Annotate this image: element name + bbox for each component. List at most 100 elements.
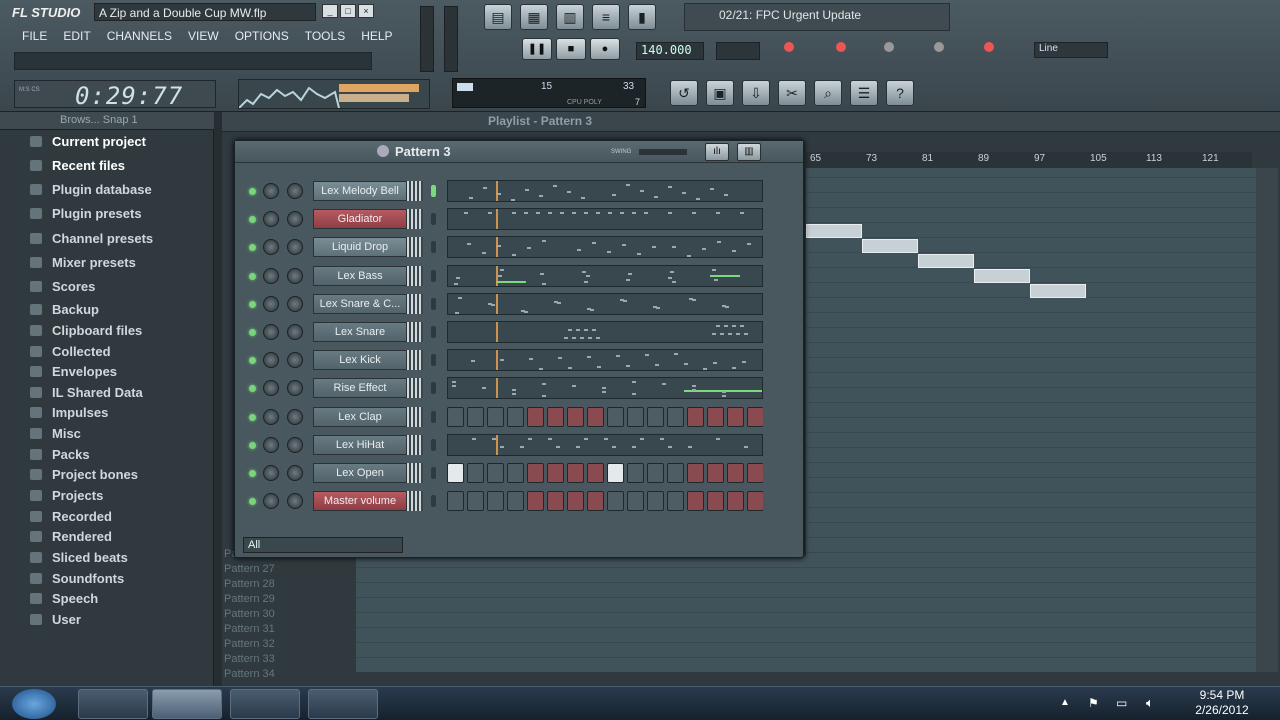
mute-led-icon[interactable] <box>249 470 256 477</box>
panel-divider[interactable] <box>214 112 222 686</box>
channel-name-button[interactable]: Lex Snare & C... <box>313 293 407 314</box>
pan-knob[interactable] <box>263 295 279 312</box>
menu-file[interactable]: FILE <box>14 28 55 46</box>
step-button[interactable] <box>567 406 584 427</box>
pattern-menu-icon[interactable] <box>377 145 389 157</box>
pan-knob[interactable] <box>263 436 279 453</box>
playlist-pattern-label[interactable]: Pattern 30 <box>224 608 275 620</box>
step-button[interactable] <box>647 406 664 427</box>
step-button[interactable] <box>587 406 604 427</box>
mute-led-icon[interactable] <box>249 413 256 421</box>
cut-icon[interactable]: ✂ <box>778 80 806 106</box>
graph-editor-icon[interactable]: ılı <box>705 143 729 161</box>
browser-item[interactable]: Sliced beats <box>0 548 214 568</box>
playlist-window-button[interactable]: ▤ <box>484 4 512 30</box>
step-button[interactable] <box>707 491 724 512</box>
playlist-pattern-label[interactable]: Pattern 31 <box>224 623 275 635</box>
channel-select-led-icon[interactable] <box>431 495 436 508</box>
step-button[interactable] <box>607 491 624 512</box>
step-button[interactable] <box>747 463 763 483</box>
loop-record-icon[interactable] <box>934 42 944 52</box>
browser-item[interactable]: Projects <box>0 486 214 506</box>
countdown-led-icon[interactable] <box>836 42 846 52</box>
playlist-pattern-label[interactable]: Pattern 28 <box>224 578 275 590</box>
channel-name-button[interactable]: Gladiator <box>313 209 407 230</box>
channel-name-button[interactable]: Lex Bass <box>313 265 407 286</box>
pattern-clip[interactable] <box>918 254 974 268</box>
step-sequencer-button[interactable]: ▦ <box>520 4 548 30</box>
pattern-selector[interactable] <box>716 42 760 60</box>
volume-knob[interactable] <box>287 324 303 340</box>
channel-select-led-icon[interactable] <box>431 354 436 367</box>
step-button[interactable] <box>687 463 704 483</box>
step-button[interactable] <box>467 463 484 483</box>
record-led-icon[interactable] <box>784 42 794 52</box>
action-center-icon[interactable]: ⚑ <box>1088 696 1099 710</box>
channel-name-button[interactable]: Lex Melody Bell <box>313 181 407 201</box>
network-icon[interactable]: ▭ <box>1116 696 1127 710</box>
pan-knob[interactable] <box>263 211 279 228</box>
step-button[interactable] <box>687 491 704 512</box>
step-button[interactable] <box>487 491 504 512</box>
step-button[interactable] <box>487 406 504 427</box>
browser-item[interactable]: Current project <box>0 132 214 152</box>
step-button[interactable] <box>527 406 544 427</box>
browser-item[interactable]: Impulses <box>0 403 214 423</box>
step-button[interactable] <box>647 491 664 512</box>
step-button[interactable] <box>467 491 484 512</box>
channel-select-led-icon[interactable] <box>431 269 436 282</box>
step-button[interactable] <box>727 491 744 512</box>
mini-piano-roll[interactable] <box>447 321 763 343</box>
mute-led-icon[interactable] <box>249 216 256 224</box>
browser-item[interactable]: Soundfonts <box>0 569 214 589</box>
channel-name-button[interactable]: Master volume <box>313 491 407 512</box>
playlist-pattern-label[interactable]: Pattern 34 <box>224 668 275 680</box>
step-button[interactable] <box>447 406 464 427</box>
channel-name-button[interactable]: Liquid Drop <box>313 237 407 258</box>
master-volume-slider[interactable] <box>420 6 434 72</box>
mute-led-icon[interactable] <box>249 498 256 506</box>
browser-item[interactable]: Rendered <box>0 527 214 547</box>
step-button[interactable] <box>527 491 544 512</box>
pattern-clip[interactable] <box>1030 284 1086 298</box>
browser-item[interactable]: Collected <box>0 342 214 362</box>
snap-select[interactable]: Line <box>1034 42 1108 58</box>
step-button[interactable] <box>607 406 624 427</box>
volume-knob[interactable] <box>287 408 303 425</box>
channel-name-button[interactable]: Lex Open <box>313 463 407 483</box>
browser-item[interactable]: Misc <box>0 424 214 444</box>
mini-piano-roll[interactable] <box>447 292 763 315</box>
sequencer-titlebar[interactable]: Pattern 3 SWING ılı ▥ <box>235 141 803 163</box>
pause-button[interactable]: ❚❚ <box>522 38 552 60</box>
step-button[interactable] <box>667 491 684 512</box>
mini-piano-roll[interactable] <box>447 236 763 259</box>
browser-item[interactable]: Project bones <box>0 465 214 485</box>
playlist-pattern-label[interactable]: Pattern 27 <box>224 563 275 575</box>
volume-knob[interactable] <box>287 183 303 199</box>
step-button[interactable] <box>507 491 524 512</box>
channel-select-led-icon[interactable] <box>431 467 436 479</box>
channel-select-led-icon[interactable] <box>431 438 436 451</box>
channel-select-led-icon[interactable] <box>431 241 436 254</box>
step-button[interactable] <box>647 463 664 483</box>
channel-select-led-icon[interactable] <box>431 185 436 197</box>
browser-item[interactable]: User <box>0 610 214 630</box>
swing-slider[interactable] <box>639 149 687 155</box>
step-button[interactable] <box>507 406 524 427</box>
vertical-scrollbar[interactable] <box>1256 168 1278 672</box>
step-button[interactable] <box>667 406 684 427</box>
volume-icon[interactable]: 🔈︎ <box>1146 695 1154 711</box>
pan-knob[interactable] <box>263 267 279 284</box>
volume-knob[interactable] <box>287 295 303 312</box>
mini-piano-roll[interactable] <box>447 433 763 456</box>
volume-knob[interactable] <box>287 352 303 369</box>
step-button[interactable] <box>447 463 464 483</box>
step-grid[interactable] <box>447 406 763 428</box>
browser-item[interactable]: Speech <box>0 589 214 609</box>
step-button[interactable] <box>627 463 644 483</box>
mute-led-icon[interactable] <box>249 357 256 365</box>
menu-view[interactable]: VIEW <box>180 28 227 46</box>
step-button[interactable] <box>627 406 644 427</box>
step-button[interactable] <box>607 463 624 483</box>
channel-select-led-icon[interactable] <box>431 382 436 395</box>
